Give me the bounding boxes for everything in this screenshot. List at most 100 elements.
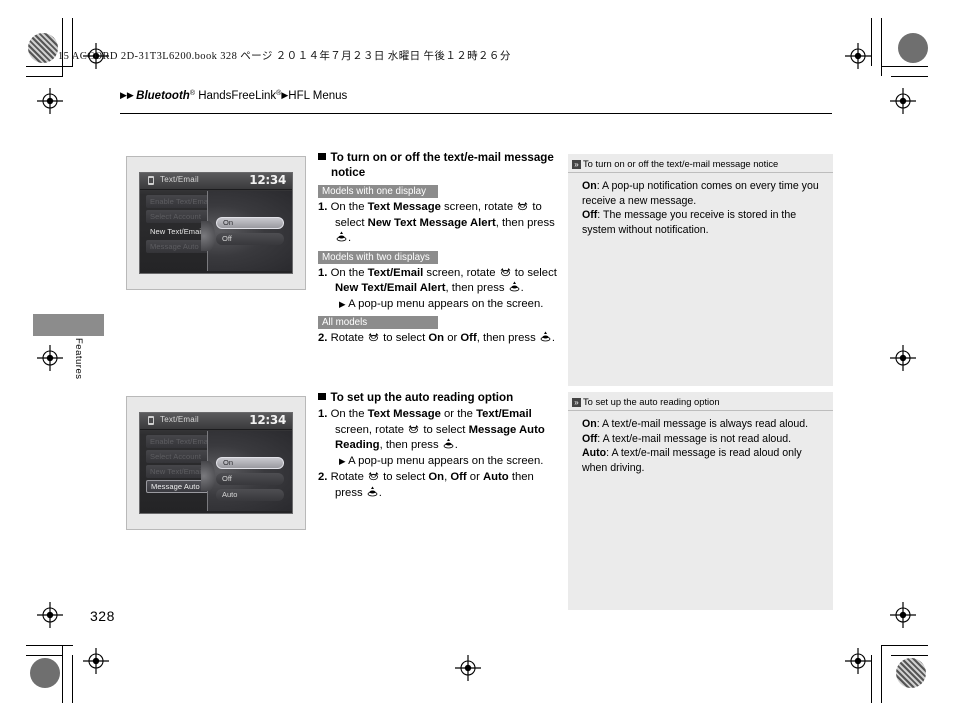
- screen-title-bar: Text/Email 12:34: [140, 413, 292, 430]
- section-heading-text: To turn on or off the text/e-mail messag…: [330, 151, 554, 179]
- square-bullet-icon: [318, 392, 326, 400]
- screen-title: Text/Email: [160, 175, 199, 184]
- registration-mark: [890, 602, 916, 628]
- panel-line: On: A pop-up notification comes on every…: [582, 179, 823, 208]
- registration-mark: [37, 345, 63, 371]
- panel-desc: A pop-up notification comes on every tim…: [582, 180, 819, 207]
- chapter-tab-marker: [33, 314, 104, 336]
- screen-title-bar: Text/Email 12:34: [140, 173, 292, 190]
- crop-line: [62, 645, 64, 703]
- step-text: On the: [330, 266, 368, 279]
- panel-desc: A text/e-mail message is not read aloud.: [602, 432, 792, 445]
- breadcrumb-arrow-icon: ▶: [126, 90, 134, 100]
- step-bold-term: Text Message: [367, 201, 441, 213]
- step-bold-term: New Text Message Alert: [367, 216, 496, 229]
- crop-line: [871, 655, 873, 703]
- double-chevron-icon: »: [572, 398, 581, 407]
- rotary-knob-press-icon: [508, 281, 521, 292]
- step-item: 2. Rotate to select On, Off or Auto then…: [318, 470, 558, 501]
- screen-title: Text/Email: [160, 415, 199, 424]
- step-text: .: [378, 486, 382, 499]
- breadcrumb-arrow-icon: ▶: [120, 90, 127, 100]
- registration-mark: [37, 88, 63, 114]
- step-text: or the: [440, 408, 477, 420]
- section-heading-text: To set up the auto reading option: [330, 391, 514, 404]
- step-bold-term: Off: [450, 471, 467, 483]
- rotary-knob-press-icon: [366, 486, 379, 497]
- rotary-knob-press-icon: [442, 438, 455, 449]
- popup-option[interactable]: On: [216, 217, 284, 229]
- section-text-email-notice: To turn on or off the text/e-mail messag…: [318, 150, 558, 348]
- panel-desc: A text/e-mail message is read aloud only…: [582, 447, 802, 474]
- panel-term: Off: [582, 432, 598, 445]
- step-bold-term: On: [428, 471, 445, 483]
- crop-line: [881, 66, 928, 68]
- registered-mark-icon: ®: [189, 90, 195, 97]
- crop-line: [62, 18, 64, 76]
- panel-desc: The message you receive is stored in the…: [582, 209, 797, 236]
- panel-heading: » To turn on or off the text/e-mail messa…: [568, 154, 833, 173]
- step-text: .: [520, 282, 524, 294]
- panel-line: Off: A text/e-mail message is not read a…: [582, 432, 823, 447]
- panel-term: On: [582, 418, 597, 430]
- panel-term: On: [582, 180, 597, 192]
- steps-all-models: 2. Rotate to select On or Off, then pres…: [318, 331, 558, 347]
- step-text: to select: [380, 332, 429, 344]
- popup-option[interactable]: Off: [216, 233, 284, 245]
- step-item: 1. On the Text Message or the Text/Email…: [318, 407, 558, 469]
- section-heading: To turn on or off the text/e-mail messag…: [318, 150, 558, 180]
- steps-two-displays: 1. On the Text/Email screen, rotate to s…: [318, 266, 558, 313]
- step-item: 2. Rotate to select On or Off, then pres…: [318, 331, 558, 347]
- registration-mark: [890, 88, 916, 114]
- panel-heading: » To set up the auto reading option: [568, 392, 833, 411]
- page-number: 328: [90, 608, 115, 624]
- badge-all-models: All models: [318, 316, 438, 329]
- device-screen: Text/Email 12:34 Enable Text/Email Selec…: [139, 172, 293, 274]
- breadcrumb-hfl-menus: HFL Menus: [288, 90, 348, 102]
- figure-text-email-alert-screen: Text/Email 12:34 Enable Text/Email Selec…: [126, 156, 306, 290]
- crop-line: [881, 645, 928, 647]
- step-text: screen, rotate: [440, 201, 517, 213]
- popup-option[interactable]: Off: [216, 473, 284, 485]
- panel-line: Off: The message you receive is stored i…: [582, 208, 823, 237]
- step-substep: ▶ A pop-up menu appears on the screen.: [335, 454, 558, 470]
- step-text: Rotate: [330, 332, 367, 344]
- registration-mark: [845, 648, 871, 674]
- panel-line: On: A text/e-mail message is always read…: [582, 417, 823, 432]
- step-text: , then press: [495, 216, 555, 229]
- autoread-info-panel: » To set up the auto reading option On: A…: [568, 392, 833, 610]
- rotary-knob-rotate-icon: [367, 470, 380, 481]
- step-bold-term: Text Message: [367, 408, 441, 420]
- step-text: .: [454, 439, 458, 451]
- popup-knob-graphic: [201, 221, 215, 252]
- step-text: .: [551, 332, 556, 344]
- rotary-knob-press-icon: [539, 331, 552, 342]
- screen-clock: 12:34: [249, 413, 286, 427]
- crop-line: [881, 645, 883, 703]
- panel-heading-text: To set up the auto reading option: [583, 396, 720, 407]
- step-substep: ▶ A pop-up menu appears on the screen.: [335, 297, 558, 313]
- panel-desc: A text/e-mail message is always read alo…: [602, 418, 809, 430]
- registration-mark: [83, 648, 109, 674]
- popup-option[interactable]: On: [216, 457, 284, 469]
- crop-line: [881, 18, 883, 76]
- panel-body: On: A pop-up notification comes on every…: [568, 173, 833, 237]
- crop-line: [26, 645, 73, 647]
- substep-arrow-icon: ▶: [339, 298, 346, 309]
- step-bold-term: On: [428, 332, 445, 344]
- breadcrumb-bluetooth: Bluetooth: [136, 90, 190, 102]
- steps-one-display: 1. On the Text Message screen, rotate to…: [318, 200, 558, 247]
- popup-option[interactable]: Auto: [216, 489, 284, 501]
- step-number: 2.: [318, 332, 328, 344]
- substep-text: A pop-up menu appears on the screen.: [348, 297, 544, 310]
- crop-line: [891, 76, 928, 78]
- step-text: to select: [420, 423, 469, 436]
- panel-term: Off: [582, 209, 598, 221]
- step-number: 1.: [318, 201, 328, 213]
- step-text: .: [348, 232, 352, 244]
- registration-mark-bottom-center: [455, 655, 481, 681]
- solid-dot-bottom-left: [30, 658, 60, 688]
- step-text: , then press: [379, 439, 442, 451]
- square-bullet-icon: [318, 152, 326, 160]
- section-heading: To set up the auto reading option: [318, 390, 558, 405]
